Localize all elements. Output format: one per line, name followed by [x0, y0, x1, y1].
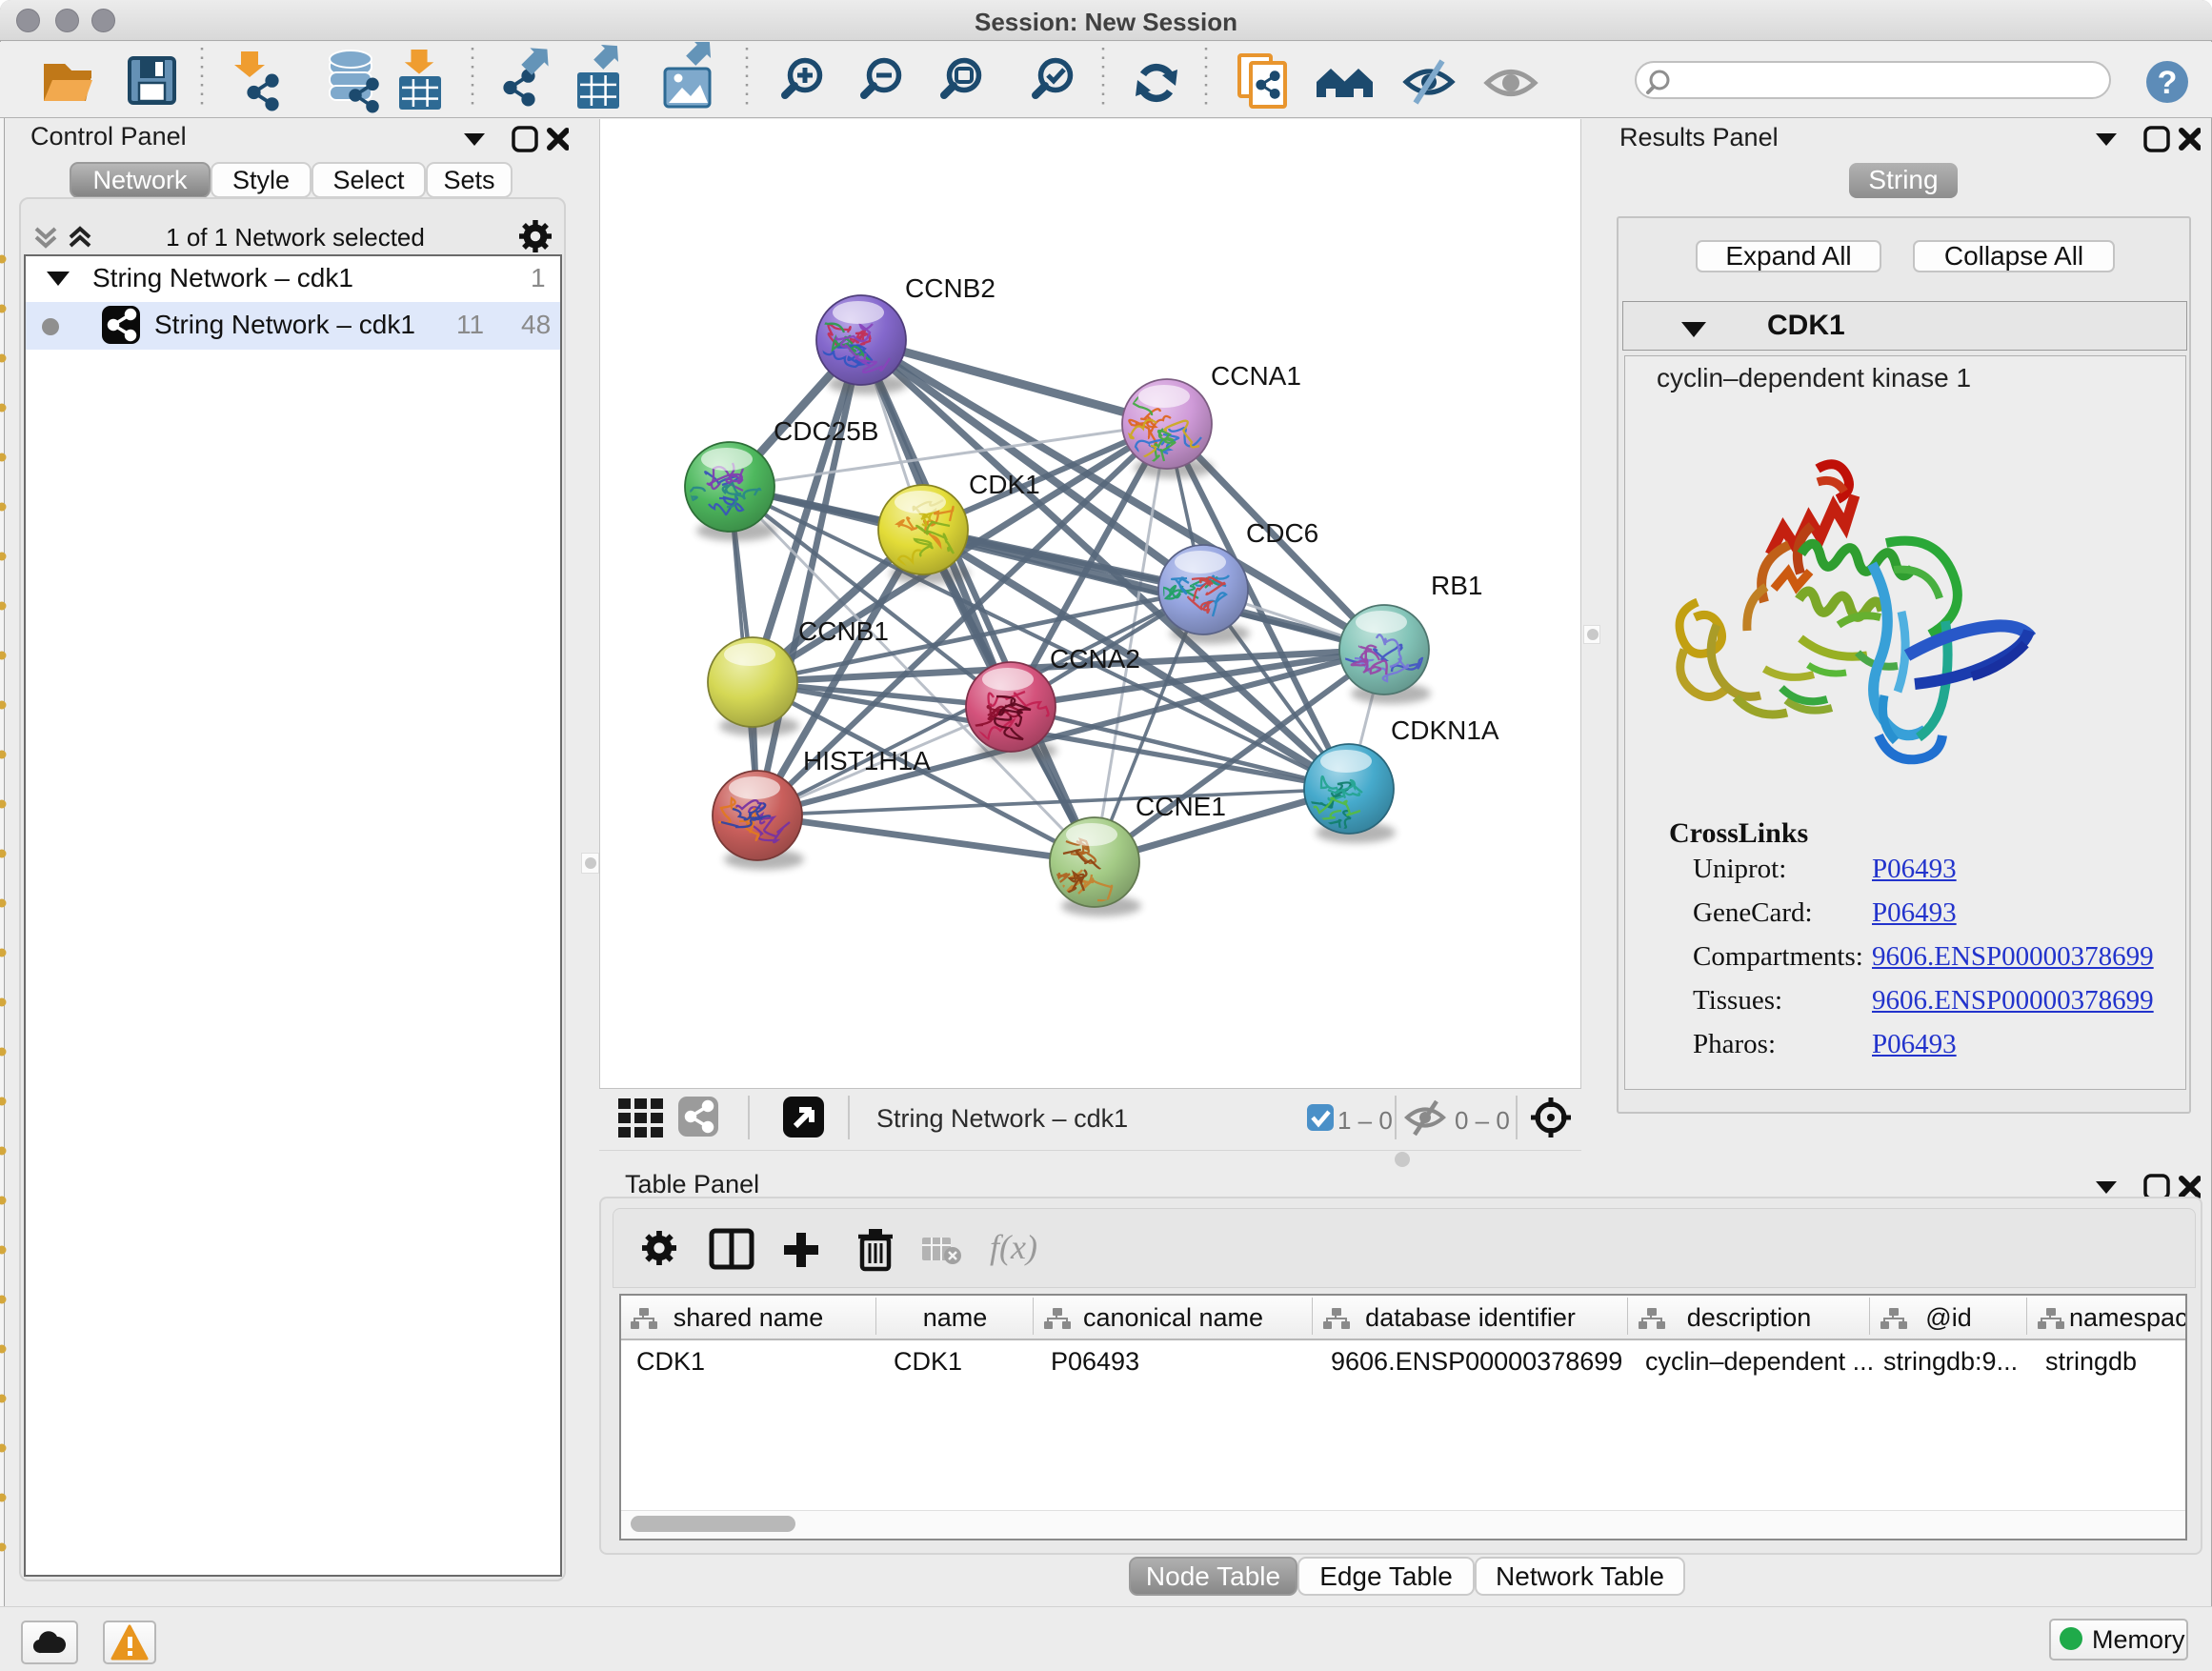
svg-text:CCNE1: CCNE1 [1136, 792, 1226, 821]
svg-text:CCNB1: CCNB1 [798, 616, 889, 646]
svg-text:CCNA1: CCNA1 [1211, 361, 1301, 391]
svg-text:CDC25B: CDC25B [774, 416, 878, 446]
svg-text:CDK1: CDK1 [969, 470, 1040, 499]
svg-text:CCNA2: CCNA2 [1050, 644, 1140, 674]
svg-text:RB1: RB1 [1431, 571, 1482, 600]
svg-text:?: ? [2158, 65, 2178, 101]
svg-text:CDC6: CDC6 [1246, 518, 1318, 548]
svg-text:HIST1H1A: HIST1H1A [803, 746, 931, 775]
svg-text:CDKN1A: CDKN1A [1391, 715, 1499, 745]
svg-text:CCNB2: CCNB2 [905, 273, 995, 303]
